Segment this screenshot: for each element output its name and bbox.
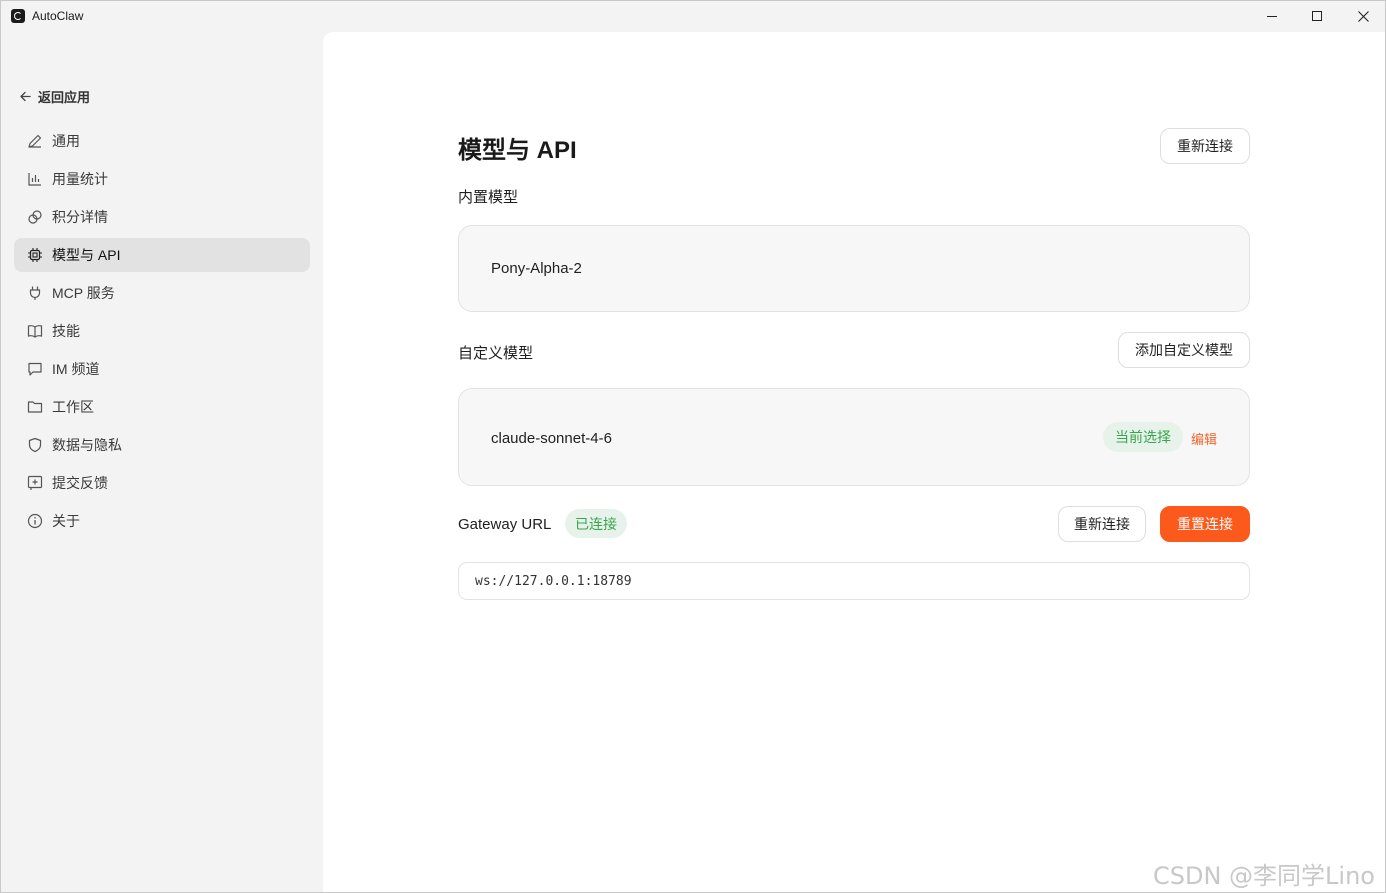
back-label: 返回应用 bbox=[38, 90, 91, 105]
builtin-model-name: Pony-Alpha-2 bbox=[491, 260, 582, 277]
connection-status-badge: 已连接 bbox=[565, 509, 627, 538]
sidebar-item-label: 模型与 API bbox=[52, 247, 121, 263]
close-button[interactable] bbox=[1340, 1, 1386, 31]
sidebar-item-feedback[interactable]: 提交反馈 bbox=[14, 466, 310, 500]
builtin-model-label: 内置模型 bbox=[458, 189, 519, 206]
sidebar-item-label: 工作区 bbox=[52, 399, 94, 415]
sidebar-item-label: 技能 bbox=[52, 323, 80, 339]
message-icon bbox=[28, 362, 42, 376]
feedback-icon bbox=[27, 475, 43, 490]
back-to-app-link[interactable]: 返回应用 bbox=[19, 87, 90, 106]
minimize-button[interactable] bbox=[1249, 1, 1295, 31]
sidebar-item-label: 通用 bbox=[52, 133, 80, 149]
minimize-icon bbox=[1267, 15, 1277, 17]
info-icon bbox=[27, 513, 43, 529]
sidebar-item-models-api[interactable]: 模型与 API bbox=[14, 238, 310, 272]
custom-model-name: claude-sonnet-4-6 bbox=[491, 430, 612, 447]
custom-model-label: 自定义模型 bbox=[458, 345, 534, 362]
sidebar-item-label: 数据与隐私 bbox=[52, 437, 122, 453]
sidebar-item-im-channels[interactable]: IM 频道 bbox=[14, 352, 310, 386]
folder-icon bbox=[27, 401, 43, 413]
sidebar-item-skills[interactable]: 技能 bbox=[14, 314, 310, 348]
main-content: 模型与 API 重新连接 内置模型 Pony-Alpha-2 自定义模型 添加自… bbox=[323, 32, 1385, 892]
watermark: CSDN @李同学Lino bbox=[1153, 862, 1375, 890]
title-bar: AutoClaw bbox=[1, 1, 1385, 31]
sidebar: 返回应用 通用 用量统计 积分详情 模型与 API MCP 服务 技能 IM 频… bbox=[1, 31, 323, 893]
sidebar-item-privacy[interactable]: 数据与隐私 bbox=[14, 428, 310, 462]
custom-model-card[interactable]: claude-sonnet-4-6 当前选择 编辑 bbox=[458, 388, 1250, 486]
reset-connection-button[interactable]: 重置连接 bbox=[1160, 506, 1250, 542]
close-icon bbox=[1357, 10, 1369, 22]
sidebar-item-label: 用量统计 bbox=[52, 171, 108, 187]
sidebar-item-label: 关于 bbox=[52, 513, 80, 529]
sidebar-item-credits[interactable]: 积分详情 bbox=[14, 200, 310, 234]
current-selection-badge: 当前选择 bbox=[1103, 422, 1183, 452]
sidebar-item-label: 提交反馈 bbox=[52, 475, 108, 491]
sidebar-item-usage[interactable]: 用量统计 bbox=[14, 162, 310, 196]
book-icon bbox=[27, 325, 43, 338]
bar-chart-icon bbox=[28, 173, 41, 186]
maximize-icon bbox=[1312, 11, 1322, 21]
arrow-left-icon bbox=[20, 91, 31, 102]
app-window: AutoClaw 返回应用 通用 用量统计 积分详情 模型与 API MCP 服… bbox=[0, 0, 1386, 893]
coins-icon bbox=[28, 210, 42, 224]
builtin-model-card[interactable]: Pony-Alpha-2 bbox=[458, 225, 1250, 312]
sidebar-item-general[interactable]: 通用 bbox=[14, 124, 310, 158]
app-title: AutoClaw bbox=[32, 9, 84, 23]
sidebar-item-label: IM 频道 bbox=[52, 361, 100, 377]
plug-icon bbox=[29, 286, 41, 300]
chip-icon bbox=[28, 248, 42, 262]
sidebar-item-label: 积分详情 bbox=[52, 209, 108, 225]
sidebar-item-workspace[interactable]: 工作区 bbox=[14, 390, 310, 424]
sidebar-item-about[interactable]: 关于 bbox=[14, 504, 310, 538]
add-custom-model-button[interactable]: 添加自定义模型 bbox=[1118, 332, 1250, 368]
maximize-button[interactable] bbox=[1294, 1, 1340, 31]
reconnect-button[interactable]: 重新连接 bbox=[1058, 506, 1146, 542]
sidebar-item-mcp[interactable]: MCP 服务 bbox=[14, 276, 310, 310]
page-title: 模型与 API bbox=[458, 137, 577, 164]
gateway-url-label: Gateway URL bbox=[458, 516, 552, 533]
app-logo-icon bbox=[11, 9, 25, 23]
pencil-icon bbox=[28, 134, 42, 148]
edit-model-link[interactable]: 编辑 bbox=[1191, 429, 1217, 448]
reconnect-button-top[interactable]: 重新连接 bbox=[1160, 128, 1250, 164]
sidebar-item-label: MCP 服务 bbox=[52, 285, 115, 301]
shield-icon bbox=[28, 437, 42, 453]
gateway-url-field[interactable]: ws://127.0.0.1:18789 bbox=[458, 562, 1250, 600]
